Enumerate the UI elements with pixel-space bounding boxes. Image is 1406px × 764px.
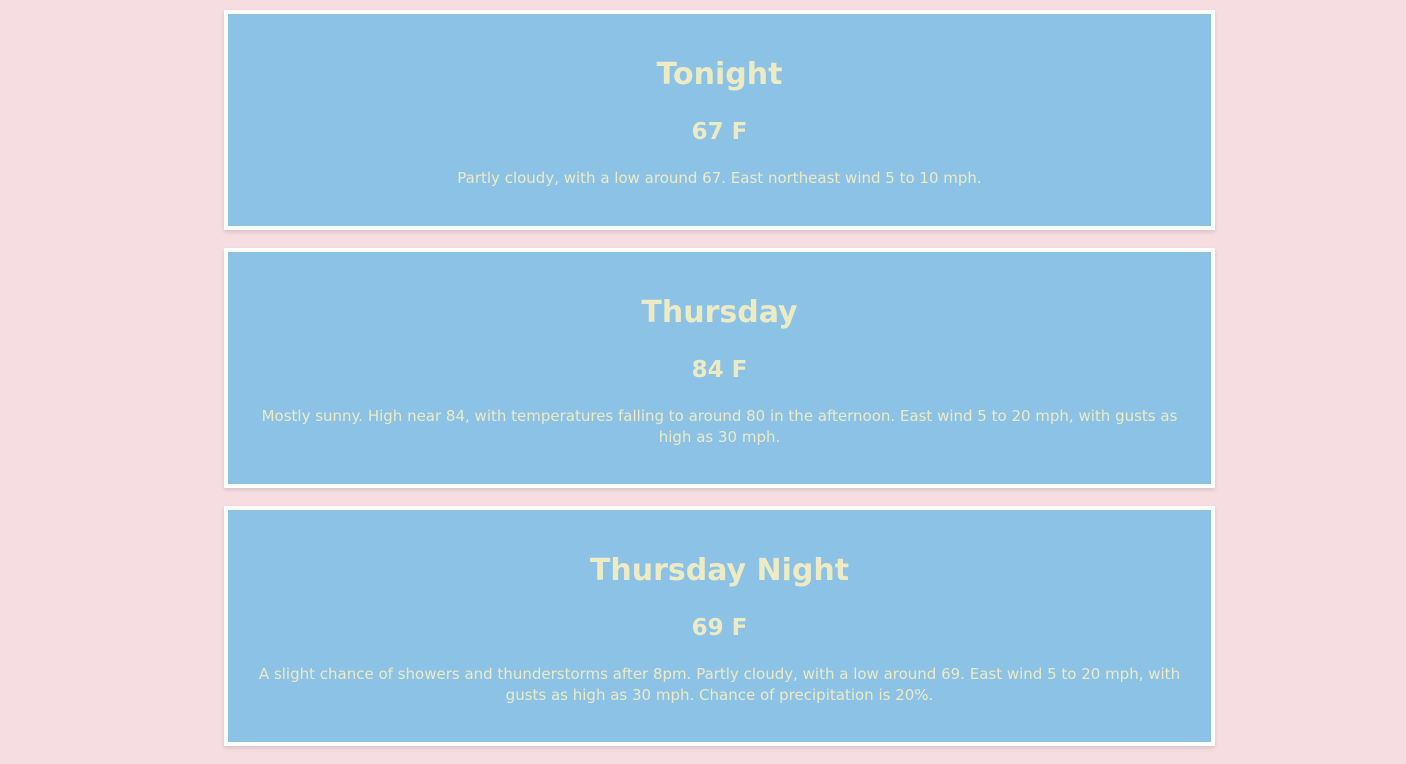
period-name: Thursday bbox=[641, 295, 798, 330]
forecast-description: Mostly sunny. High near 84, with tempera… bbox=[261, 407, 1178, 446]
forecast-description: A slight chance of showers and thunderst… bbox=[258, 665, 1181, 704]
forecast-card: Tonight 67 F Partly cloudy, with a low a… bbox=[224, 10, 1215, 230]
forecast-card: Thursday 84 F Mostly sunny. High near 84… bbox=[224, 248, 1215, 488]
period-name: Thursday Night bbox=[589, 553, 850, 588]
temperature: 84 F bbox=[691, 357, 748, 383]
forecast-description: Partly cloudy, with a low around 67. Eas… bbox=[457, 169, 982, 187]
temperature: 67 F bbox=[691, 119, 748, 145]
forecast-list: Tonight 67 F Partly cloudy, with a low a… bbox=[224, 10, 1215, 764]
temperature: 69 F bbox=[691, 615, 748, 641]
forecast-card: Thursday Night 69 F A slight chance of s… bbox=[224, 506, 1215, 746]
period-name: Tonight bbox=[656, 57, 783, 92]
